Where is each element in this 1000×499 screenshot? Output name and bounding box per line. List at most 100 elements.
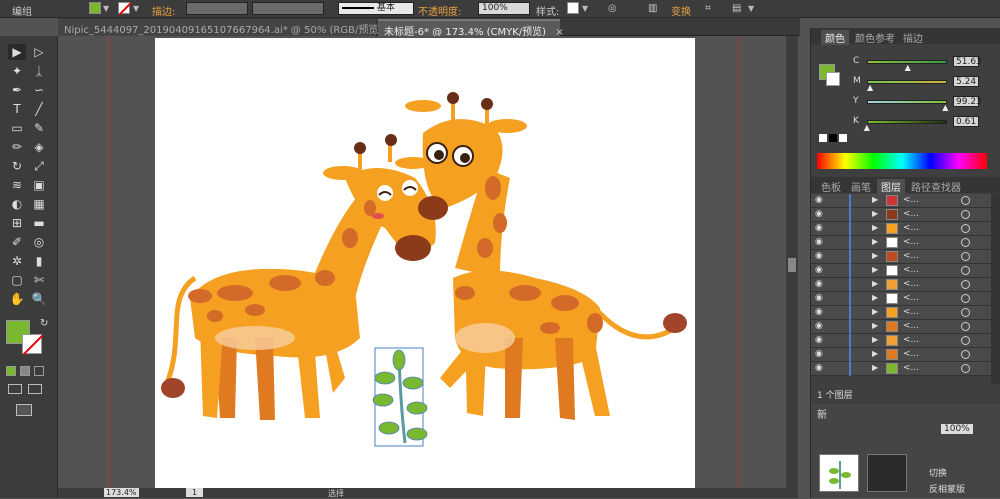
target-icon[interactable] (961, 238, 970, 247)
none-swatch[interactable] (819, 134, 827, 142)
stroke-label[interactable]: 描边: (152, 3, 175, 18)
expand-arrow-icon[interactable]: ▶ (872, 349, 878, 358)
expand-arrow-icon[interactable]: ▶ (872, 195, 878, 204)
expand-arrow-icon[interactable]: ▶ (872, 307, 878, 316)
opacity-label[interactable]: 不透明度: (418, 3, 461, 18)
target-icon[interactable] (961, 364, 970, 373)
eraser-tool-icon[interactable]: ◈ (30, 139, 48, 155)
recolor-icon[interactable]: ◎ (608, 3, 617, 14)
black-swatch[interactable] (829, 134, 837, 142)
opacity-field[interactable]: 100% (941, 424, 973, 434)
rectangle-tool-icon[interactable]: ▭ (8, 120, 26, 136)
hand-tool-icon[interactable]: ✋ (8, 291, 26, 307)
mask-thumbnail[interactable] (819, 454, 859, 492)
target-icon[interactable] (961, 294, 970, 303)
stroke-swatch[interactable] (118, 2, 132, 16)
tab-swatches[interactable]: 色板 (817, 179, 845, 194)
expand-arrow-icon[interactable]: ▶ (872, 209, 878, 218)
expand-arrow-icon[interactable]: ▶ (872, 237, 878, 246)
expand-arrow-icon[interactable]: ▶ (872, 279, 878, 288)
target-icon[interactable] (961, 308, 970, 317)
channel-slider-y[interactable] (867, 100, 947, 104)
target-icon[interactable] (961, 336, 970, 345)
selection-tool-icon[interactable]: ▶ (8, 44, 26, 60)
mask-preview[interactable] (867, 454, 907, 492)
layer-row[interactable]: ◉ ▶ <... (811, 320, 991, 334)
stroke-weight-field[interactable] (186, 2, 248, 15)
slider-thumb-icon[interactable]: ▲ (867, 83, 873, 92)
layer-name[interactable]: <... (903, 209, 919, 219)
layer-name[interactable]: <... (903, 265, 919, 275)
channel-value-c[interactable]: 51.63 (953, 56, 982, 67)
gradient-tool-icon[interactable]: ▬ (30, 215, 48, 231)
slider-thumb-icon[interactable]: ▲ (905, 63, 911, 72)
shape-builder-tool-icon[interactable]: ◐ (8, 196, 26, 212)
eye-icon[interactable]: ◉ (815, 335, 823, 345)
eye-icon[interactable]: ◉ (815, 251, 823, 261)
layer-name[interactable]: <... (903, 279, 919, 289)
symbol-sprayer-tool-icon[interactable]: ✲ (8, 253, 26, 269)
align-icon[interactable]: ▥ (648, 3, 657, 14)
none-mode-button[interactable] (34, 366, 44, 376)
layer-row[interactable]: ◉ ▶ <... (811, 208, 991, 222)
layer-row[interactable]: ◉ ▶ <... (811, 306, 991, 320)
slice-tool-icon[interactable]: ✄ (30, 272, 48, 288)
layer-name[interactable]: <... (903, 363, 919, 373)
layer-name[interactable]: <... (903, 321, 919, 331)
isolate-icon[interactable]: ⌗ (705, 3, 711, 14)
eye-icon[interactable]: ◉ (815, 307, 823, 317)
slider-thumb-icon[interactable]: ▲ (864, 123, 870, 132)
channel-value-k[interactable]: 0.61 (953, 116, 979, 127)
target-icon[interactable] (961, 196, 970, 205)
expand-arrow-icon[interactable]: ▶ (872, 321, 878, 330)
zoom-input[interactable]: 173.4% (104, 488, 139, 497)
layer-row[interactable]: ◉ ▶ <... (811, 292, 991, 306)
layer-row[interactable]: ◉ ▶ <... (811, 222, 991, 236)
tab-document-1[interactable]: Nipic_5444097_20190409165107667964.ai* @… (58, 19, 400, 36)
channel-value-m[interactable]: 5.24 (953, 76, 979, 87)
magic-wand-tool-icon[interactable]: ✦ (8, 63, 26, 79)
channel-slider-m[interactable] (867, 80, 947, 84)
tab-layers[interactable]: 图层 (877, 179, 905, 194)
layer-row[interactable]: ◉ ▶ <... (811, 194, 991, 208)
target-icon[interactable] (961, 280, 970, 289)
layer-name[interactable]: <... (903, 307, 919, 317)
scroll-thumb[interactable] (788, 258, 796, 272)
target-icon[interactable] (961, 224, 970, 233)
artboard-tool-icon[interactable]: ▢ (8, 272, 26, 288)
layer-row[interactable]: ◉ ▶ <... (811, 236, 991, 250)
layer-name[interactable]: <... (903, 293, 919, 303)
chevron-down-icon[interactable]: ▼ (748, 4, 754, 13)
channel-slider-k[interactable] (867, 120, 947, 124)
eye-icon[interactable]: ◉ (815, 363, 823, 373)
layer-row[interactable]: ◉ ▶ <... (811, 348, 991, 362)
mesh-tool-icon[interactable]: ⊞ (8, 215, 26, 231)
stroke-profile-select[interactable]: 基本 (338, 2, 414, 15)
pen-tool-icon[interactable]: ✒ (8, 82, 26, 98)
target-icon[interactable] (961, 252, 970, 261)
tab-brushes[interactable]: 画笔 (847, 179, 875, 194)
type-tool-icon[interactable]: T (8, 101, 26, 117)
layer-name[interactable]: <... (903, 349, 919, 359)
clip-checkbox-label[interactable]: 切换 (929, 466, 947, 479)
target-icon[interactable] (961, 266, 970, 275)
rotate-tool-icon[interactable]: ↻ (8, 158, 26, 174)
menu-icon[interactable]: ▤ (732, 3, 741, 14)
invert-mask-checkbox-label[interactable]: 反相蒙版 (929, 482, 965, 495)
free-transform-tool-icon[interactable]: ▣ (30, 177, 48, 193)
vertical-scrollbar[interactable] (786, 36, 798, 488)
white-swatch[interactable] (839, 134, 847, 142)
expand-arrow-icon[interactable]: ▶ (872, 251, 878, 260)
eye-icon[interactable]: ◉ (815, 293, 823, 303)
swap-icon[interactable]: ↻ (40, 318, 48, 329)
eyedropper-tool-icon[interactable]: ✐ (8, 234, 26, 250)
fill-swatch[interactable] (89, 2, 101, 14)
tab-transparency[interactable]: 新 (817, 406, 827, 421)
eye-icon[interactable]: ◉ (815, 209, 823, 219)
chevron-down-icon[interactable]: ▼ (582, 4, 588, 13)
opacity-input[interactable]: 100% (478, 2, 530, 15)
tab-document-2[interactable]: 未标题-6* @ 173.4% (CMYK/预览) × (378, 19, 564, 38)
layer-name[interactable]: <... (903, 223, 919, 233)
pencil-tool-icon[interactable]: ✏ (8, 139, 26, 155)
color-spectrum[interactable] (817, 153, 987, 169)
